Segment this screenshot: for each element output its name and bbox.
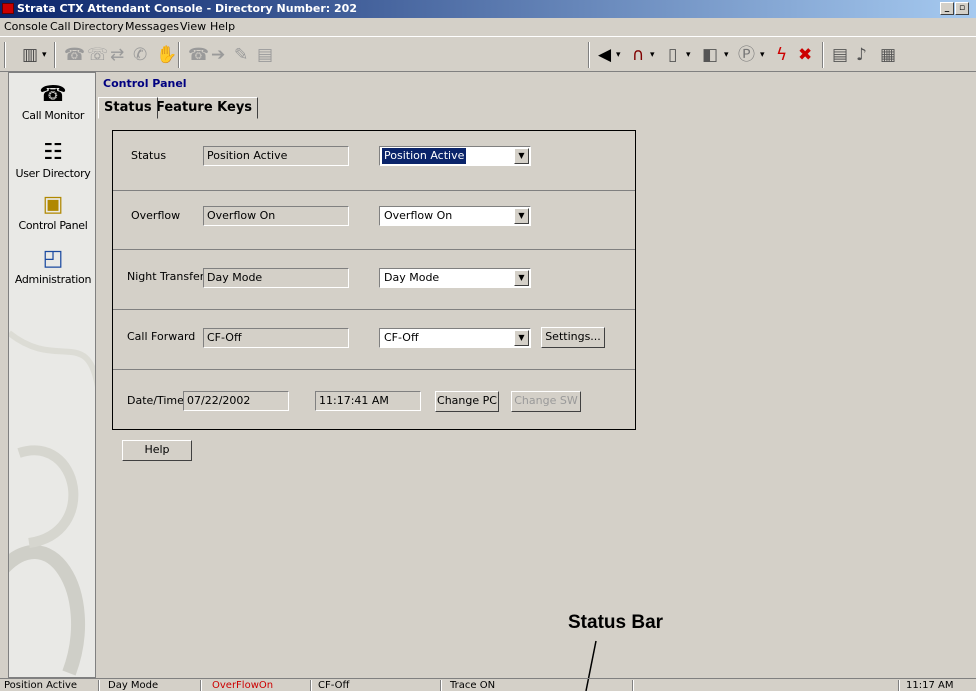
status-divider <box>98 680 100 691</box>
status-mode: Day Mode <box>108 680 159 691</box>
status-trace: Trace ON <box>450 680 496 691</box>
status-call-forward: CF-Off <box>318 680 350 691</box>
status-overflow: OverFlowOn <box>212 680 274 691</box>
status-divider <box>632 680 634 691</box>
status-position: Position Active <box>4 680 78 691</box>
status-divider <box>200 680 202 691</box>
status-divider <box>440 680 442 691</box>
status-clock: 11:17 AM <box>906 680 954 691</box>
status-bar: Position Active Day Mode OverFlowOn CF-O… <box>0 678 976 691</box>
status-divider <box>898 680 900 691</box>
status-divider <box>310 680 312 691</box>
tab-status[interactable]: Status <box>98 97 158 119</box>
